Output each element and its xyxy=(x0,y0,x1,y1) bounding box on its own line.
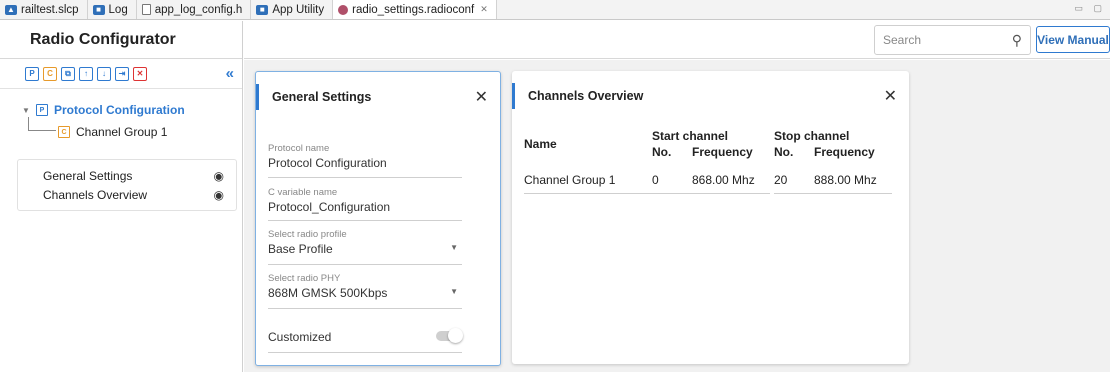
tab-app-log-config[interactable]: app_log_config.h xyxy=(137,0,252,19)
copy-icon[interactable]: ⧉ xyxy=(61,66,75,81)
cell-start-no: 0 xyxy=(652,161,692,194)
cell-stop-no: 20 xyxy=(774,161,814,194)
add-protocol-icon[interactable]: P xyxy=(25,66,39,81)
page-title: Radio Configurator xyxy=(0,21,242,59)
c-variable-name-field[interactable]: C variable name Protocol_Configuration xyxy=(268,187,462,221)
add-channel-group-icon[interactable]: C xyxy=(43,66,57,81)
channels-overview-card: Channels Overview ✕ Name Start channel S… xyxy=(512,71,909,364)
search-placeholder: Search xyxy=(883,33,922,47)
general-settings-card: General Settings ✕ Protocol name Protoco… xyxy=(255,71,501,366)
customized-toggle[interactable] xyxy=(436,327,463,343)
view-item-label: Channels Overview xyxy=(43,187,148,202)
export-icon[interactable]: ⇥ xyxy=(115,66,129,81)
channel-group-badge-icon: C xyxy=(58,126,70,138)
chevron-down-icon[interactable]: ▼ xyxy=(22,106,30,115)
cell-name: Channel Group 1 xyxy=(524,161,652,194)
table-row[interactable]: Channel Group 1 0 868.00 Mhz 20 888.00 M… xyxy=(524,161,892,194)
editor-tab-bar: ▲ railtest.slcp ■ Log app_log_config.h ■… xyxy=(0,0,1110,20)
tab-label: radio_settings.radioconf xyxy=(352,3,475,16)
field-value: Protocol Configuration xyxy=(268,156,387,170)
view-item-label: General Settings xyxy=(43,168,133,183)
channels-table: Name Start channel Stop channel No. Freq… xyxy=(524,129,892,194)
cell-stop-frequency: 888.00 Mhz xyxy=(814,161,892,194)
card-title: General Settings xyxy=(272,90,372,104)
tab-railtest[interactable]: ▲ railtest.slcp xyxy=(0,0,88,19)
field-value: 868M GMSK 500Kbps xyxy=(268,286,388,300)
tree-item-channel-group[interactable]: C Channel Group 1 xyxy=(22,117,242,143)
tab-label: app_log_config.h xyxy=(154,3,243,16)
window-controls-icon[interactable]: ▭ ▢ xyxy=(1074,3,1106,14)
radio-profile-select[interactable]: Select radio profile Base Profile ▼ xyxy=(268,229,462,265)
tab-label: App Utility xyxy=(272,3,325,16)
radio-phy-select[interactable]: Select radio PHY 868M GMSK 500Kbps ▼ xyxy=(268,273,462,309)
tree-connector xyxy=(28,117,56,131)
tree-item-label: Protocol Configuration xyxy=(54,103,185,117)
cell-start-frequency: 868.00 Mhz xyxy=(692,161,770,194)
app-utility-icon: ■ xyxy=(256,4,269,15)
column-header-start-frequency: Frequency xyxy=(692,145,753,159)
tab-radio-settings[interactable]: radio_settings.radioconf ✕ xyxy=(333,0,497,19)
column-header-stop-frequency: Frequency xyxy=(814,145,875,159)
card-header: General Settings ✕ xyxy=(256,72,500,122)
view-list: General Settings ◉ Channels Overview ◉ xyxy=(17,159,237,211)
config-tree: ▼ P Protocol Configuration C Channel Gro… xyxy=(0,89,242,143)
customized-label: Customized xyxy=(268,329,332,344)
search-input[interactable]: Search ⚲ xyxy=(874,25,1031,55)
close-tab-icon[interactable]: ✕ xyxy=(480,4,488,15)
chevron-down-icon[interactable]: ▼ xyxy=(450,243,458,252)
field-value: Base Profile xyxy=(268,242,333,256)
tree-item-label: Channel Group 1 xyxy=(76,125,168,139)
collapse-panel-icon[interactable]: « xyxy=(226,65,234,82)
content-area: General Settings ✕ Protocol name Protoco… xyxy=(244,60,1110,372)
tab-app-utility[interactable]: ■ App Utility xyxy=(251,0,334,19)
eye-icon[interactable]: ◉ xyxy=(214,188,224,202)
header-file-icon xyxy=(141,4,151,15)
field-label: Select radio PHY xyxy=(268,273,341,284)
tab-label: railtest.slcp xyxy=(21,3,79,16)
close-icon[interactable]: ✕ xyxy=(884,86,897,106)
view-manual-button[interactable]: View Manual xyxy=(1036,26,1110,53)
delete-icon[interactable]: ✕ xyxy=(133,66,147,81)
radio-icon xyxy=(338,4,349,15)
view-item-general-settings[interactable]: General Settings ◉ xyxy=(18,166,236,185)
column-header-start-no: No. xyxy=(652,145,672,159)
tree-toolbar: P C ⧉ ↑ ↓ ⇥ ✕ « xyxy=(0,59,242,89)
protocol-badge-icon: P xyxy=(36,104,48,116)
move-up-icon[interactable]: ↑ xyxy=(79,66,93,81)
left-panel: Radio Configurator P C ⧉ ↑ ↓ ⇥ ✕ « ▼ P P… xyxy=(0,21,243,372)
field-label: Select radio profile xyxy=(268,229,347,240)
view-item-channels-overview[interactable]: Channels Overview ◉ xyxy=(18,185,236,204)
field-value: Protocol_Configuration xyxy=(268,200,391,214)
search-icon[interactable]: ⚲ xyxy=(1012,32,1022,49)
protocol-name-field[interactable]: Protocol name Protocol Configuration xyxy=(268,142,462,178)
card-header: Channels Overview ✕ xyxy=(512,71,909,121)
tab-log[interactable]: ■ Log xyxy=(88,0,137,19)
header-bar: Search ⚲ View Manual xyxy=(244,21,1110,59)
tab-label: Log xyxy=(108,3,128,16)
column-header-stop: Stop channel xyxy=(774,129,850,143)
customized-row: Customized xyxy=(268,319,463,353)
column-header-name: Name xyxy=(524,137,557,151)
close-icon[interactable]: ✕ xyxy=(475,87,488,107)
move-down-icon[interactable]: ↓ xyxy=(97,66,111,81)
column-header-stop-no: No. xyxy=(774,145,794,159)
eye-icon[interactable]: ◉ xyxy=(214,169,224,183)
log-icon: ■ xyxy=(92,4,105,15)
field-label: C variable name xyxy=(268,187,338,198)
field-label: Protocol name xyxy=(268,143,330,154)
card-title: Channels Overview xyxy=(528,89,644,103)
column-header-start: Start channel xyxy=(652,129,729,143)
project-icon: ▲ xyxy=(5,4,17,15)
chevron-down-icon[interactable]: ▼ xyxy=(450,287,458,296)
